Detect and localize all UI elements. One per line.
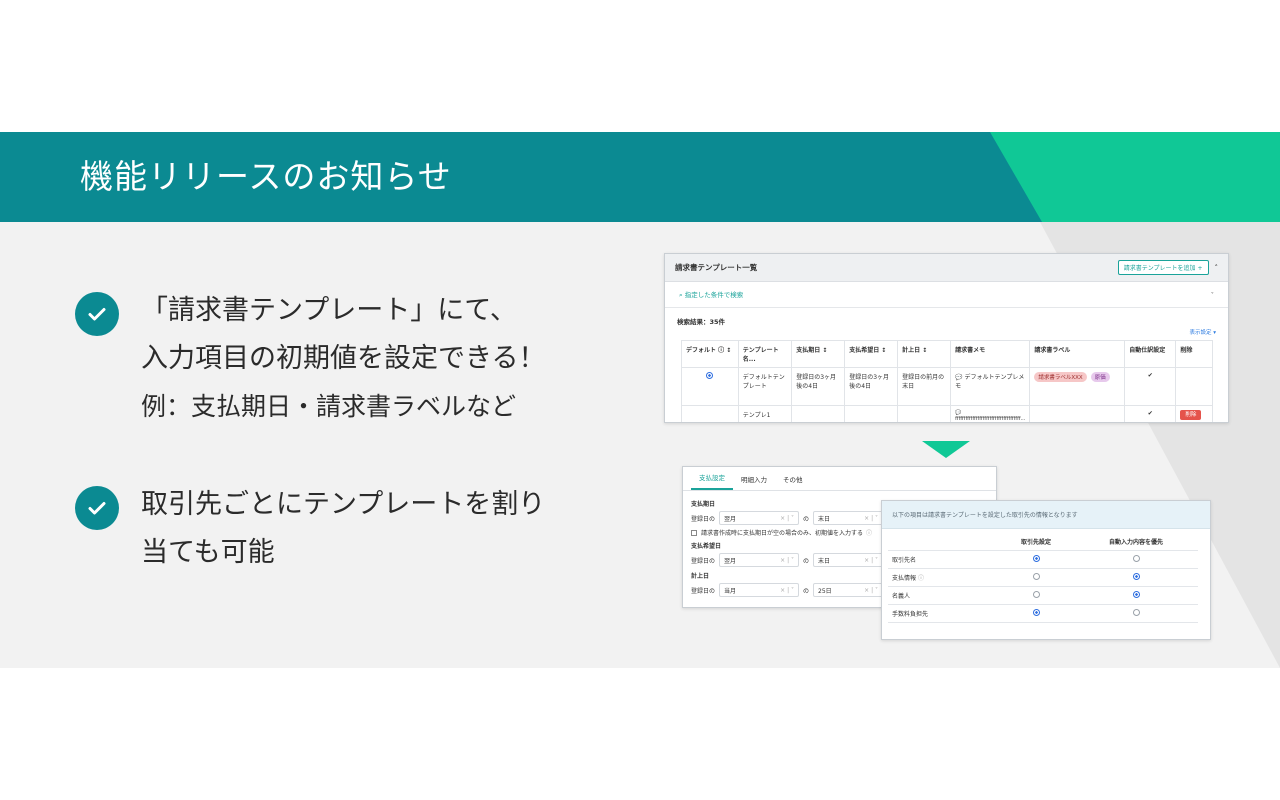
tab-payment[interactable]: 支払設定 — [691, 472, 733, 490]
table-row: 名義人 — [888, 586, 1198, 605]
column-header[interactable]: 計上日 ↕ — [897, 340, 952, 368]
prefix-label: 登録日の — [691, 587, 716, 595]
default-radio[interactable] — [706, 372, 714, 379]
connector-label: の — [803, 557, 810, 565]
settings-tabs: 支払設定 明細入力 その他 — [683, 467, 996, 491]
help-icon: ⓘ — [866, 530, 873, 537]
column-header[interactable]: デフォルト ⓘ ↕ — [681, 340, 739, 368]
template-list-panel: 請求書テンプレート一覧 請求書テンプレートを追加 + ˄ ⌕ 指定した条件で検索… — [664, 253, 1229, 423]
partner-settings-table: 取引先設定 自動入力内容を優先 取引先名 支払情報 ⓘ 名義人 手数料負担先 — [888, 533, 1198, 623]
feature-bullet-2: 取引先ごとにテンプレートを割り 当ても可能 — [75, 484, 545, 577]
bullet-1-line-1: 「請求書テンプレート」にて、 — [141, 295, 517, 326]
row-label: 手数料負担先 — [888, 604, 998, 623]
column-header[interactable]: 支払希望日 ↕ — [844, 340, 899, 368]
search-link[interactable]: 指定した条件で検索 — [685, 291, 744, 299]
auto-radio[interactable] — [1132, 573, 1140, 580]
connector-label: の — [803, 587, 810, 595]
chevron-down-icon[interactable]: ˅ — [1211, 291, 1214, 299]
add-template-button[interactable]: 請求書テンプレートを追加 + — [1117, 260, 1209, 275]
row-label: 取引先名 — [888, 550, 998, 569]
label-tag: 原価 — [1090, 372, 1110, 382]
initial-value-checkbox[interactable] — [691, 529, 697, 536]
column-header: 自動仕訳設定 — [1124, 340, 1177, 368]
partner-radio[interactable] — [1032, 573, 1040, 580]
column-header: 請求書ラベル — [1029, 340, 1126, 368]
bullet-2-line-2: 当ても可能 — [141, 537, 275, 568]
column-header: 削除 — [1175, 340, 1213, 368]
prefix-label: 登録日の — [691, 515, 716, 523]
column-header[interactable]: テンプレート名... — [737, 340, 793, 368]
table-row[interactable]: デフォルトテンプレート 登録日の3ヶ月後の4日 登録日の3ヶ月後の4日 登録日の… — [681, 367, 1213, 406]
table-header-row: デフォルト ⓘ ↕ テンプレート名... 支払期日 ↕ 支払希望日 ↕ 計上日 … — [681, 340, 1213, 368]
booked-month-select[interactable]: 当月 × | ˅ — [719, 583, 800, 597]
table-row: 取引先名 — [888, 550, 1198, 569]
checkbox-label: 請求書作成時に支払期日が空の場合のみ、初期値を入力する — [701, 530, 864, 537]
table-row: 支払情報 ⓘ — [888, 568, 1198, 587]
release-banner: 機能リリースのお知らせ — [0, 132, 1280, 222]
search-toggle[interactable]: ⌕ 指定した条件で検索 ˅ — [665, 282, 1228, 308]
banner-title: 機能リリースのお知らせ — [80, 157, 452, 196]
memo-text: ffffffffffffffffffffffffffffffffffffff..… — [955, 416, 1026, 422]
template-name[interactable]: デフォルトテンプレート — [737, 367, 793, 406]
column-header[interactable]: 支払期日 ↕ — [791, 340, 846, 368]
comment-icon: 💬 — [955, 374, 963, 381]
partner-radio[interactable] — [1032, 591, 1040, 598]
column-header: 取引先設定 — [998, 533, 1074, 551]
partner-radio[interactable] — [1032, 609, 1040, 616]
table-row[interactable]: テンプレ1 💬 ffffffffffffffffffffffffffffffff… — [681, 405, 1213, 422]
bullet-2-line-1: 取引先ごとにテンプレートを割り — [141, 489, 546, 520]
due-day-select[interactable]: 末日 × | ˅ — [813, 511, 884, 525]
booked-date: 登録日の前月の末日 — [897, 367, 952, 406]
check-icon — [75, 486, 119, 530]
label-tag: 請求書ラベルXXX — [1034, 372, 1087, 382]
checkmark-icon: ✔ — [1147, 372, 1153, 379]
collapse-icon[interactable]: ˄ — [1215, 264, 1219, 272]
search-icon: ⌕ — [679, 291, 683, 299]
check-icon — [75, 292, 119, 336]
template-table: デフォルト ⓘ ↕ テンプレート名... 支払期日 ↕ 支払希望日 ↕ 計上日 … — [681, 340, 1213, 422]
prefix-label: 登録日の — [691, 557, 716, 565]
column-header: 請求書メモ — [950, 340, 1031, 368]
partner-info-header: 以下の項目は請求書テンプレートを設定した取引先の情報となります — [882, 501, 1210, 529]
desired-month-select[interactable]: 翌月 × | ˅ — [719, 553, 800, 567]
auto-radio[interactable] — [1132, 609, 1140, 616]
template-name[interactable]: テンプレ1 — [737, 405, 793, 422]
desired-day-select[interactable]: 末日 × | ˅ — [813, 553, 884, 567]
booked-day-select[interactable]: 25日 × | ˅ — [813, 583, 884, 597]
tab-details[interactable]: 明細入力 — [733, 474, 775, 490]
table-row: 手数料負担先 — [888, 604, 1198, 623]
arrow-down-icon — [922, 441, 970, 458]
delete-button[interactable]: 削除 — [1180, 410, 1202, 420]
display-settings-link[interactable]: 表示設定 ▾ — [1189, 328, 1216, 336]
template-list-title: 請求書テンプレート一覧 — [675, 263, 758, 272]
banner-accent — [990, 132, 1280, 222]
feature-bullet-1: 「請求書テンプレート」にて、 入力項目の初期値を設定できる！ 例：支払期日・請求… — [75, 290, 545, 431]
checkmark-icon: ✔ — [1147, 410, 1153, 417]
table-header-row: 取引先設定 自動入力内容を優先 — [888, 533, 1198, 551]
partner-radio[interactable] — [1032, 555, 1040, 562]
tab-other[interactable]: その他 — [775, 474, 811, 490]
partner-info-panel: 以下の項目は請求書テンプレートを設定した取引先の情報となります 取引先設定 自動… — [881, 500, 1211, 640]
help-icon: ⓘ — [917, 575, 924, 582]
connector-label: の — [803, 515, 810, 523]
bullet-1-line-2: 入力項目の初期値を設定できる！ — [141, 343, 546, 374]
result-count: 検索結果：35件 — [677, 318, 726, 326]
due-month-select[interactable]: 翌月 × | ˅ — [719, 511, 800, 525]
column-header: 自動入力内容を優先 — [1074, 533, 1198, 551]
row-label: 支払情報 — [892, 575, 917, 582]
due-date: 登録日の3ヶ月後の4日 — [791, 367, 846, 406]
auto-radio[interactable] — [1132, 555, 1140, 562]
desired-date: 登録日の3ヶ月後の4日 — [844, 367, 899, 406]
auto-radio[interactable] — [1132, 591, 1140, 598]
bullet-1-example: 例：支払期日・請求書ラベルなど — [141, 392, 517, 421]
memo-text: デフォルトテンプレメモ — [955, 374, 1025, 390]
row-label: 名義人 — [888, 586, 998, 605]
